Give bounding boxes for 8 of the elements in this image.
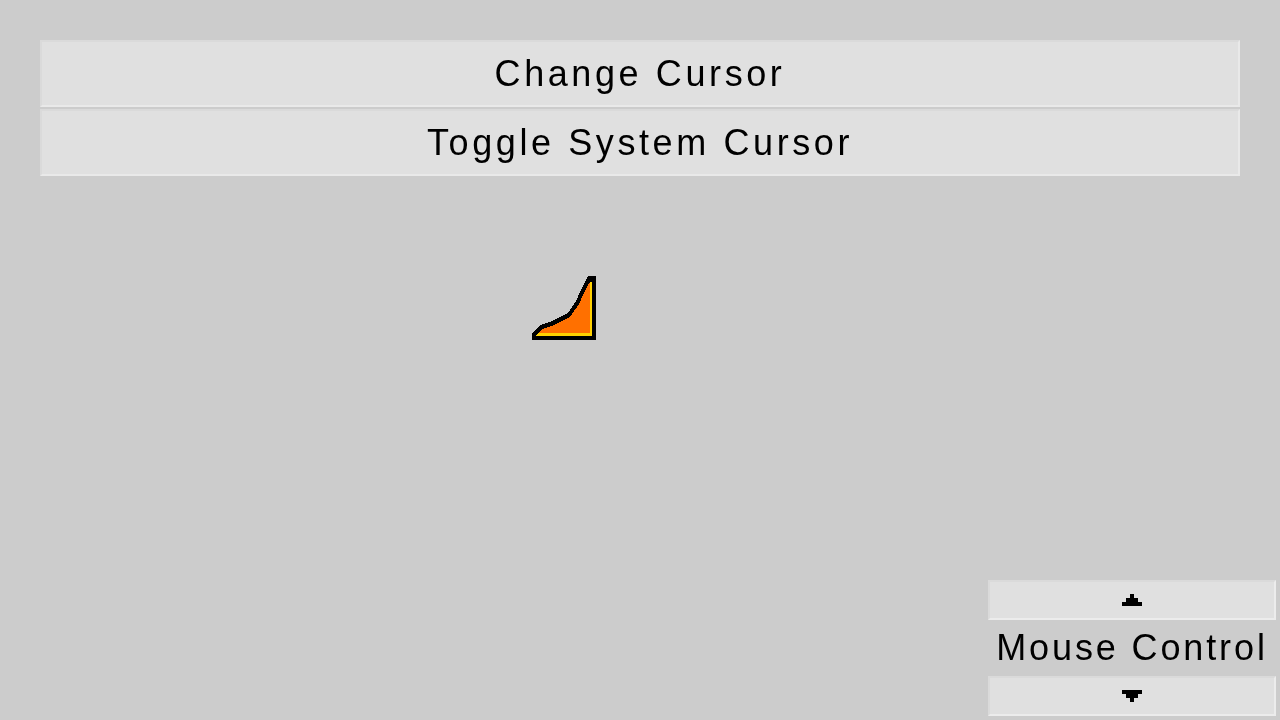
menu-button[interactable]: Change Cursor [40, 40, 1240, 107]
scroll-up-button[interactable] [988, 580, 1276, 620]
mouse-control-label: Mouse Control [996, 630, 1268, 666]
caret-down-icon [1122, 690, 1142, 702]
menu-button[interactable]: Toggle System Cursor [40, 109, 1240, 176]
caret-up-icon [1122, 594, 1142, 606]
triangle-cursor-icon [532, 276, 596, 340]
scroll-down-button[interactable] [988, 676, 1276, 716]
